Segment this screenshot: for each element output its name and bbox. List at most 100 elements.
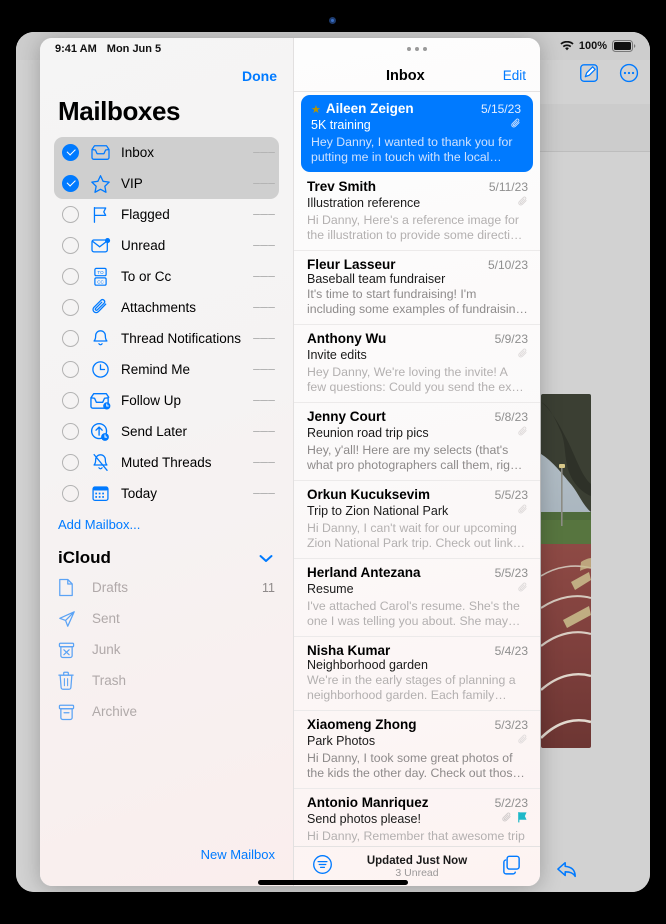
checkbox-follow-up[interactable] <box>62 392 79 409</box>
checkbox-today[interactable] <box>62 485 79 502</box>
account-folder-list: Drafts 11 Sent Junk Trash Archive <box>40 572 293 727</box>
checkbox-to-or-cc[interactable] <box>62 268 79 285</box>
mail-subject: Trip to Zion National Park <box>307 504 449 518</box>
unread-envelope-icon <box>85 237 115 254</box>
sidebar-item-thread-notifications[interactable]: Thread Notifications <box>54 323 279 354</box>
mail-row[interactable]: Nisha Kumar 5/4/23 Neighborhood garden W… <box>294 637 540 711</box>
add-mailbox-button[interactable]: Add Mailbox... <box>40 509 293 542</box>
drag-handle-icon[interactable] <box>253 367 275 372</box>
mail-row[interactable]: ★ Aileen Zeigen 5/15/23 5K training Hey … <box>301 95 533 172</box>
mail-row[interactable]: Trev Smith 5/11/23 Illustration referenc… <box>294 173 540 251</box>
mail-row[interactable]: Fleur Lasseur 5/10/23 Baseball team fund… <box>294 251 540 325</box>
sidebar-item-vip[interactable]: VIP <box>54 168 279 199</box>
mail-subject: Baseball team fundraiser <box>307 272 446 286</box>
reply-button[interactable] <box>556 860 578 885</box>
account-header-icloud[interactable]: iCloud <box>40 542 293 572</box>
mail-row[interactable]: Herland Antezana 5/5/23 Resume I've atta… <box>294 559 540 637</box>
sidebar-item-unread[interactable]: Unread <box>54 230 279 261</box>
mail-preview: Hi Danny, I can't wait for our upcoming … <box>307 521 519 550</box>
battery-percent-label: 100% <box>578 40 607 52</box>
mail-row[interactable]: Xiaomeng Zhong 5/3/23 Park Photos Hi Dan… <box>294 711 540 789</box>
sidebar-item-inbox[interactable]: Inbox <box>54 137 279 168</box>
sidebar-item-junk[interactable]: Junk <box>40 634 293 665</box>
paperclip-icon <box>501 810 512 828</box>
sidebar-item-label: Unread <box>121 238 166 253</box>
flag-icon <box>517 810 528 828</box>
filter-button[interactable] <box>312 854 333 880</box>
sidebar-item-label: Sent <box>92 611 120 626</box>
mail-preview: Hi Danny, Here's a reference image for t… <box>307 213 528 242</box>
checkbox-send-later[interactable] <box>62 423 79 440</box>
mail-subject: Send photos please! <box>307 812 421 826</box>
mail-preview: It's time to start fundraising! I'm incl… <box>307 287 523 316</box>
to-or-cc-icon: TO CC <box>85 267 115 287</box>
mail-sender: Trev Smith <box>307 179 377 194</box>
checkbox-inbox[interactable] <box>62 144 79 161</box>
sidebar-item-archive[interactable]: Archive <box>40 696 293 727</box>
checkbox-remind-me[interactable] <box>62 361 79 378</box>
mail-preview: Hi Danny, Remember that awesome trip we … <box>307 829 525 846</box>
reply-arrow-icon <box>557 861 576 878</box>
sidebar-item-follow-up[interactable]: Follow Up <box>54 385 279 416</box>
sidebar-item-label: Remind Me <box>121 362 191 377</box>
sidebar-item-today[interactable]: Today <box>54 478 279 509</box>
chevron-down-icon[interactable] <box>259 548 273 568</box>
sidebar-item-sent[interactable]: Sent <box>40 603 293 634</box>
mail-sender: Xiaomeng Zhong <box>307 717 417 732</box>
sidebar-item-drafts[interactable]: Drafts 11 <box>40 572 293 603</box>
drag-handle-icon[interactable] <box>253 398 275 403</box>
mailbox-list: Inbox VIP Flagged Unread TO CC To or Cc … <box>40 137 293 509</box>
drag-handle-icon[interactable] <box>253 305 275 310</box>
drag-handle-icon[interactable] <box>253 243 275 248</box>
trash-icon <box>58 671 84 690</box>
sidebar-item-attachments[interactable]: Attachments <box>54 292 279 323</box>
drag-handle-icon[interactable] <box>253 181 275 186</box>
detail-toolbar[interactable] <box>578 62 640 84</box>
checkbox-thread-notifications[interactable] <box>62 330 79 347</box>
mail-date: 5/4/23 <box>494 644 528 658</box>
mail-list-scroll[interactable]: ★ Aileen Zeigen 5/15/23 5K training Hey … <box>294 92 540 846</box>
sidebar-item-flagged[interactable]: Flagged <box>54 199 279 230</box>
checkbox-vip[interactable] <box>62 175 79 192</box>
done-button[interactable]: Done <box>242 68 277 84</box>
drag-handle-icon[interactable] <box>253 429 275 434</box>
paperclip-icon <box>517 424 528 442</box>
duplicate-button[interactable] <box>501 854 522 880</box>
home-indicator[interactable] <box>258 880 408 885</box>
mail-subject: Illustration reference <box>307 196 421 210</box>
drag-handle-icon[interactable] <box>253 212 275 217</box>
mail-row[interactable]: Anthony Wu 5/9/23 Invite edits Hey Danny… <box>294 325 540 403</box>
sidebar-item-label: Thread Notifications <box>121 331 242 346</box>
sidebar-item-label: VIP <box>121 176 143 191</box>
mail-sender: Nisha Kumar <box>307 643 391 658</box>
sidebar-item-send-later[interactable]: Send Later <box>54 416 279 447</box>
drag-handle-icon[interactable] <box>253 491 275 496</box>
edit-button[interactable]: Edit <box>503 68 526 83</box>
drag-handle-icon[interactable] <box>253 460 275 465</box>
checkbox-flagged[interactable] <box>62 206 79 223</box>
new-mailbox-button[interactable]: New Mailbox <box>201 847 275 862</box>
sidebar-item-muted-threads[interactable]: Muted Threads <box>54 447 279 478</box>
mail-row[interactable]: Orkun Kucuksevim 5/5/23 Trip to Zion Nat… <box>294 481 540 559</box>
calendar-icon <box>85 484 115 503</box>
mail-preview: Hi Danny, I took some great photos of th… <box>307 751 520 780</box>
more-options-icon[interactable] <box>618 62 640 84</box>
sidebar-item-to-or-cc[interactable]: TO CC To or Cc <box>54 261 279 292</box>
checkbox-attachments[interactable] <box>62 299 79 316</box>
checkbox-unread[interactable] <box>62 237 79 254</box>
mail-row[interactable]: Jenny Court 5/8/23 Reunion road trip pic… <box>294 403 540 481</box>
drag-handle-icon[interactable] <box>253 150 275 155</box>
compose-icon[interactable] <box>578 62 600 84</box>
sidebar-item-remind-me[interactable]: Remind Me <box>54 354 279 385</box>
drag-handle-icon[interactable] <box>253 336 275 341</box>
mail-row[interactable]: Antonio Manriquez 5/2/23 Send photos ple… <box>294 789 540 846</box>
sidebar-item-trash[interactable]: Trash <box>40 665 293 696</box>
checkbox-muted-threads[interactable] <box>62 454 79 471</box>
sidebar-item-label: Send Later <box>121 424 188 439</box>
junk-icon <box>58 641 84 659</box>
star-icon: ★ <box>311 104 321 116</box>
send-later-icon <box>85 422 115 442</box>
multitasking-handle[interactable] <box>294 38 540 60</box>
drag-handle-icon[interactable] <box>253 274 275 279</box>
svg-text:TO: TO <box>97 269 104 274</box>
